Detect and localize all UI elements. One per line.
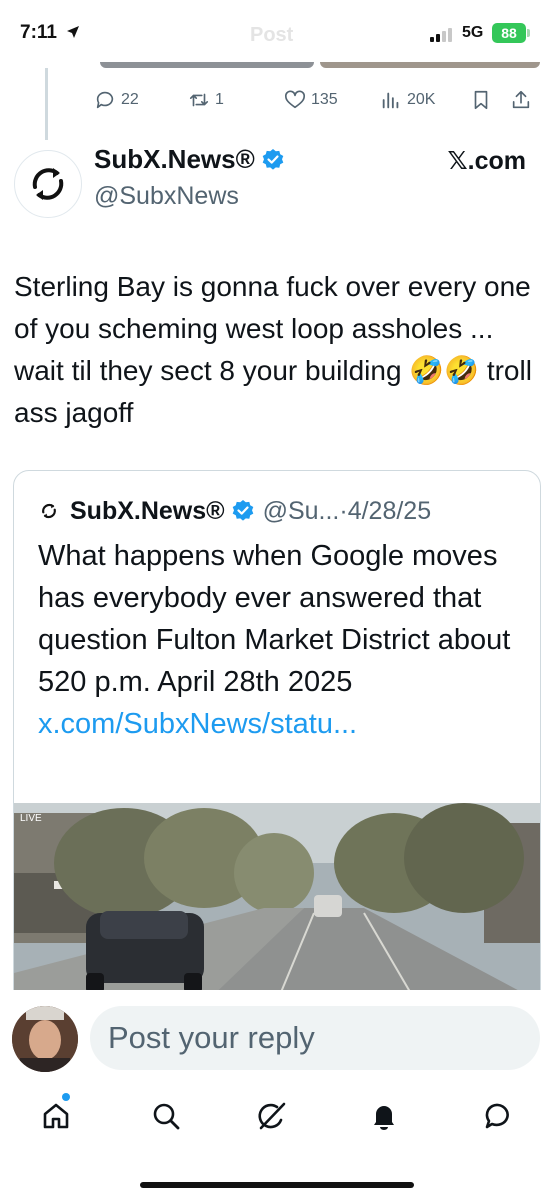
battery-cap (527, 29, 530, 37)
previous-media-right[interactable] (320, 62, 540, 68)
subx-logo-icon (42, 503, 56, 519)
nav-grok[interactable] (252, 1096, 292, 1136)
verified-badge-icon (232, 500, 253, 521)
bookmark-icon (474, 90, 488, 110)
grok-icon (258, 1102, 286, 1130)
bookmark-action[interactable] (470, 86, 497, 114)
views-count: 20K (407, 91, 436, 108)
status-time: 7:11 (20, 22, 80, 44)
quoted-post-text: What happens when Google moves has every… (38, 535, 528, 745)
share-icon (512, 90, 530, 109)
author-name[interactable]: SubX.News® (94, 144, 285, 175)
user-avatar[interactable] (12, 1006, 78, 1072)
reply-action[interactable]: 22 (94, 86, 139, 114)
reply-input[interactable] (90, 1006, 540, 1070)
home-icon (43, 1103, 69, 1129)
battery-level: 88 (501, 25, 517, 41)
repost-icon (189, 93, 209, 107)
like-action[interactable]: 135 (284, 86, 338, 114)
ghost-title: Post (250, 24, 294, 46)
repost-count: 1 (215, 91, 224, 108)
video-sign-text: LIVE (20, 813, 42, 824)
quoted-author-handle: @Su... (262, 496, 340, 525)
post-text: Sterling Bay is gonna fuck over every on… (14, 271, 532, 428)
quoted-post-date: ·4/28/25 (339, 496, 432, 525)
author-avatar[interactable] (14, 150, 82, 218)
post-action-bar: 22 1 135 20K (94, 86, 544, 116)
reply-count: 22 (121, 91, 139, 108)
battery-icon: 88 (492, 23, 526, 43)
heart-icon (285, 90, 305, 109)
chat-bubble-icon (485, 1103, 509, 1129)
quoted-post-header: SubX.News® @Su... ·4/28/25 (36, 495, 536, 527)
nav-notifications[interactable] (364, 1096, 404, 1136)
nav-home[interactable] (36, 1096, 76, 1136)
quoted-post-body: What happens when Google moves has every… (38, 540, 511, 698)
status-bar: 7:11 Post 5G 88 (0, 0, 554, 68)
quoted-author-name: SubX.News® (70, 496, 225, 525)
cellular-signal-icon (430, 26, 454, 42)
bell-icon (374, 1106, 394, 1130)
like-count: 135 (311, 91, 338, 108)
thread-line (45, 68, 48, 140)
repost-action[interactable]: 1 (188, 86, 224, 114)
search-icon (153, 1103, 180, 1130)
user-photo-image (12, 1006, 78, 1072)
network-type: 5G (462, 24, 484, 41)
verified-badge-icon (262, 148, 284, 170)
share-action[interactable] (510, 86, 537, 114)
author-handle[interactable]: @SubxNews (94, 182, 239, 211)
bottom-nav (0, 1082, 554, 1152)
location-arrow-icon (67, 26, 80, 38)
subx-logo-icon (32, 168, 64, 200)
source-label[interactable]: 𝕏.com (448, 146, 527, 176)
home-indicator (140, 1182, 414, 1188)
nav-messages[interactable] (478, 1096, 518, 1136)
author-name-text: SubX.News® (94, 144, 255, 174)
views-chart-icon (382, 92, 399, 109)
nav-search[interactable] (146, 1096, 186, 1136)
quoted-post-link[interactable]: x.com/SubxNews/statu... (38, 708, 357, 740)
status-time-text: 7:11 (20, 22, 57, 43)
quoted-post-card[interactable]: SubX.News® @Su... ·4/28/25 What happens … (13, 470, 541, 1030)
quoted-author-avatar (36, 498, 62, 524)
previous-media-left[interactable] (100, 62, 314, 68)
home-notification-dot (62, 1093, 70, 1101)
previous-post-media[interactable] (100, 62, 540, 70)
reply-icon (96, 91, 114, 109)
views-action[interactable]: 20K (380, 86, 435, 114)
